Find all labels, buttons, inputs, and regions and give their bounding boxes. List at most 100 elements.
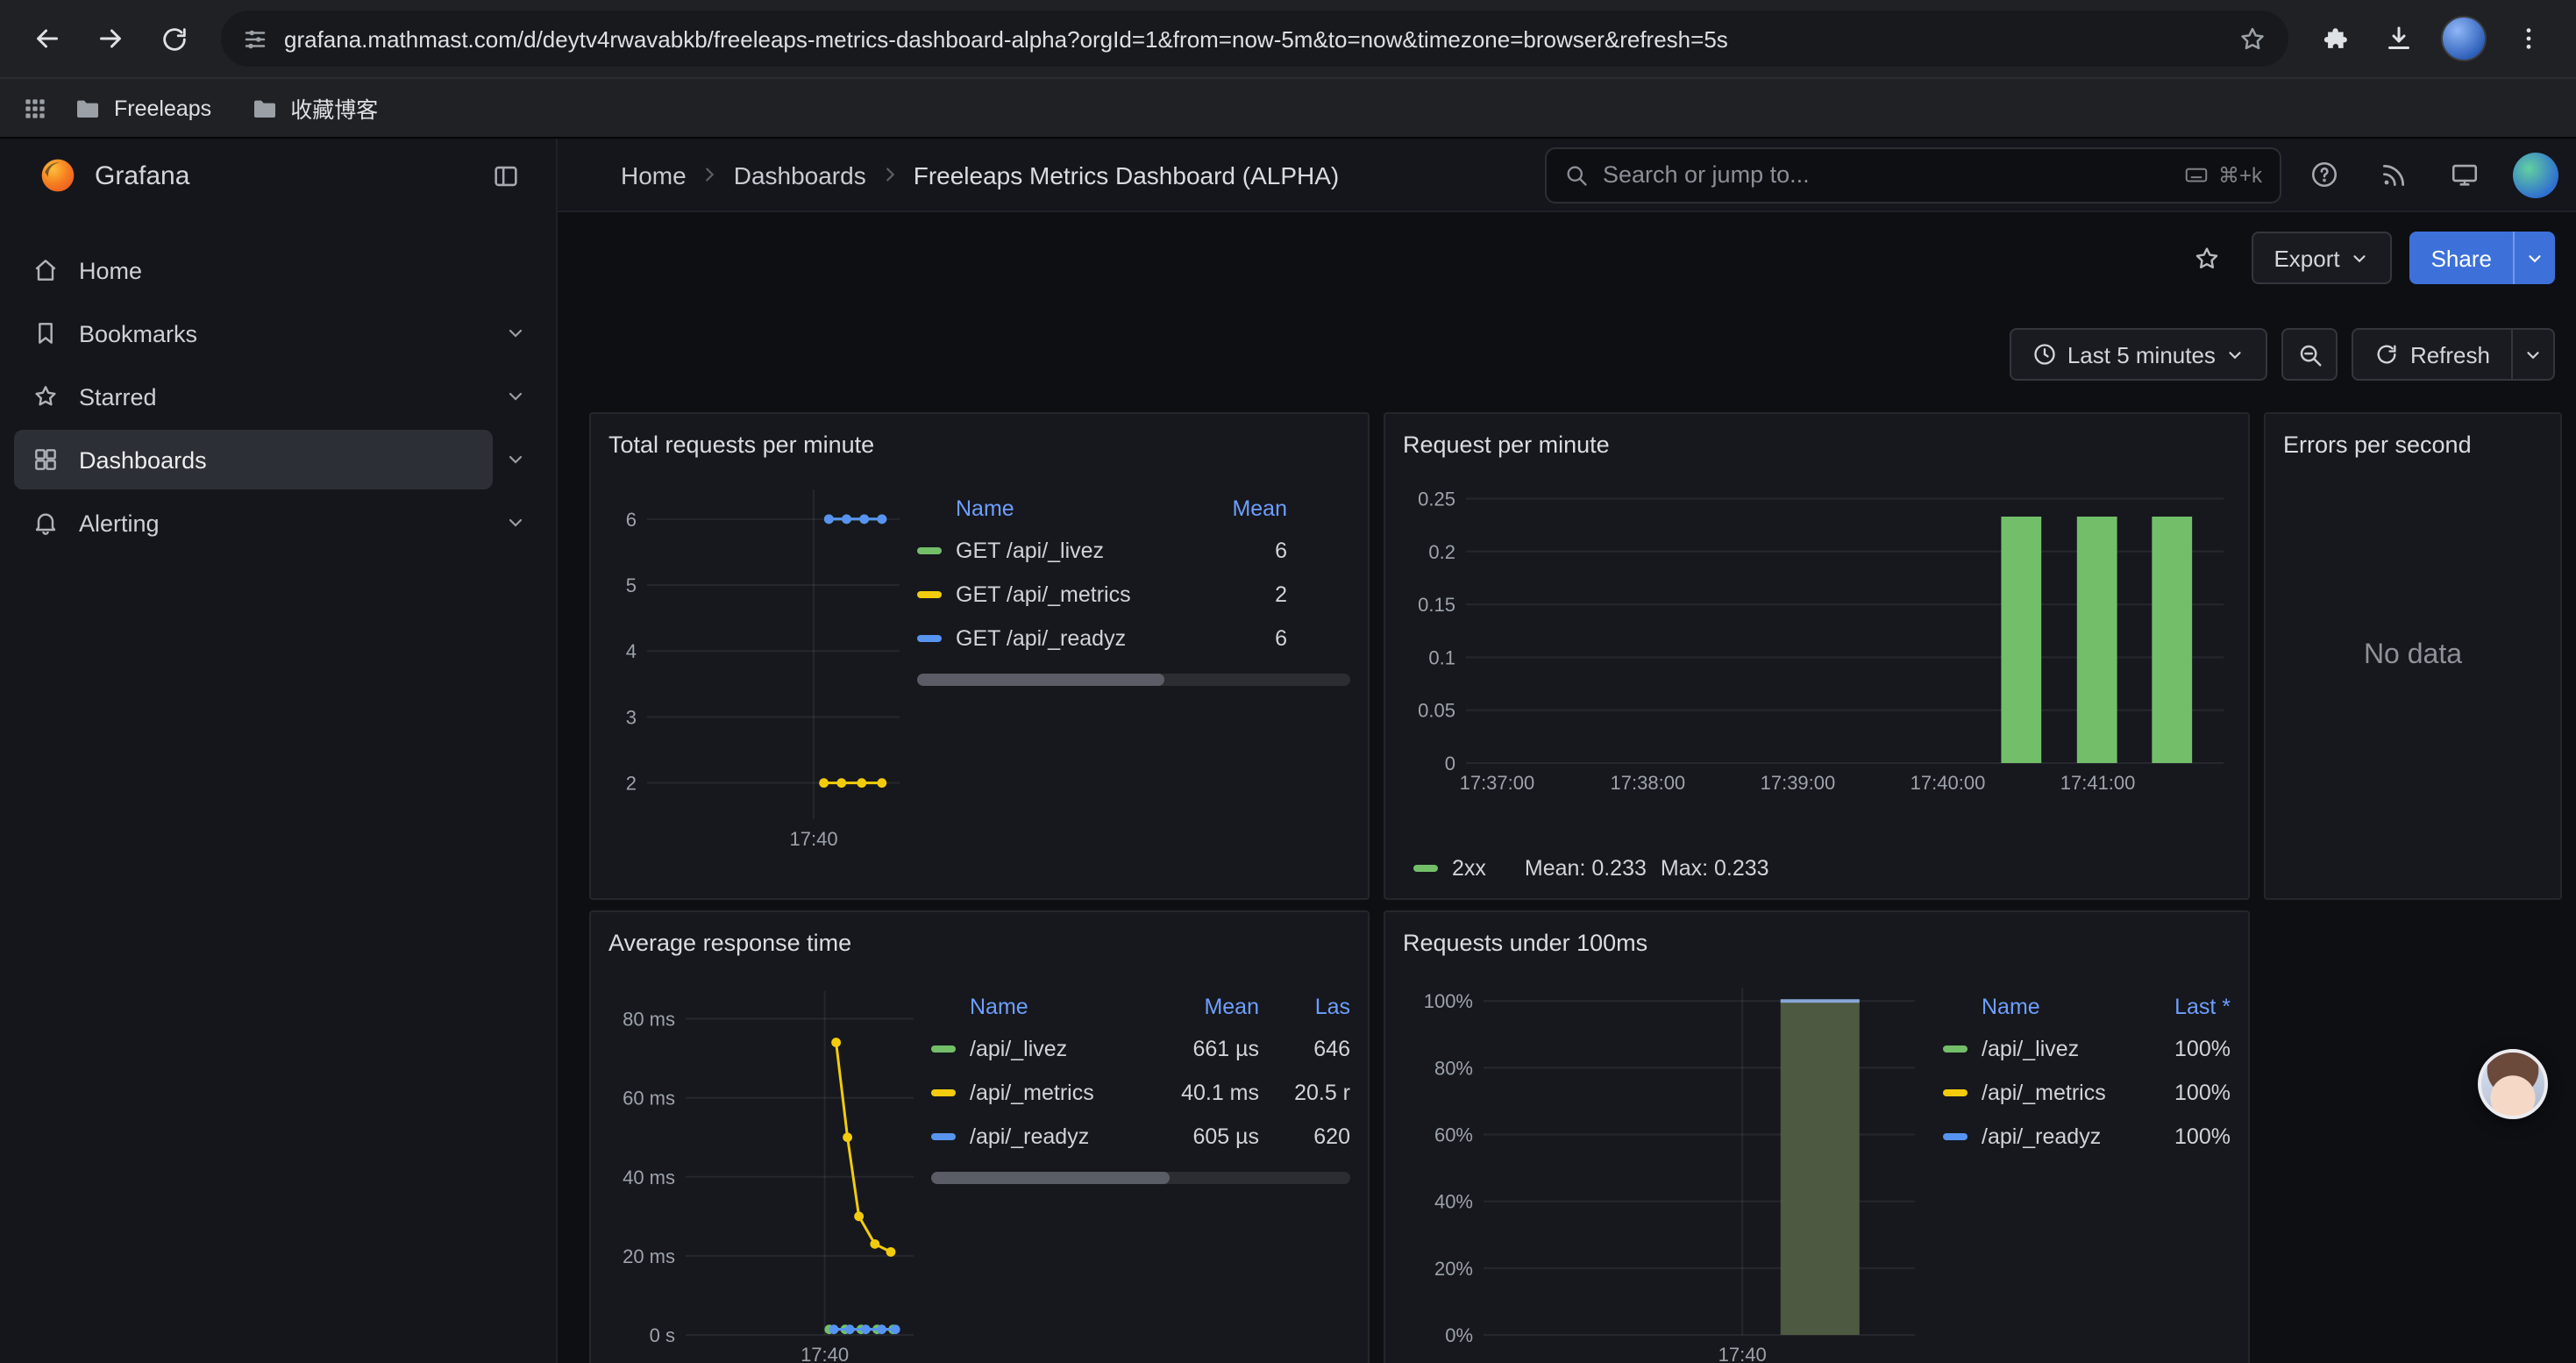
chevron-down-icon[interactable] <box>493 437 538 482</box>
scrollbar-thumb[interactable] <box>917 674 1164 686</box>
average-response-time-chart[interactable]: 80 ms60 ms40 ms20 ms0 s17:40 <box>608 967 924 1363</box>
clock-icon <box>2032 342 2057 367</box>
legend-row[interactable]: GET /api/_readyz 6 <box>917 616 1350 660</box>
grafana-logo[interactable] <box>39 156 77 195</box>
help-icon[interactable] <box>2295 146 2352 203</box>
request-per-minute-chart[interactable]: 0.250.20.150.10.05017:37:0017:38:0017:39… <box>1403 468 2231 809</box>
requests-under-100ms-chart[interactable]: 100%80%60%40%20%0%17:40 <box>1403 967 1929 1363</box>
requests-under-100ms-legend: Name Last * /api/_livez 100% <box>1943 988 2231 1363</box>
time-range-picker[interactable]: Last 5 minutes <box>2010 328 2268 381</box>
series-mean: 40.1 ms <box>1157 1080 1259 1104</box>
chevron-down-icon[interactable] <box>493 374 538 419</box>
breadcrumb-home[interactable]: Home <box>621 161 687 189</box>
series-color-dash <box>917 634 942 641</box>
sidebar-item-alerting[interactable]: Alerting <box>14 493 538 553</box>
series-mean: 6 <box>1199 538 1287 562</box>
request-per-minute-legend[interactable]: 2xx Mean: 0.233 Max: 0.233 <box>1403 856 2231 888</box>
legend-row[interactable]: GET /api/_livez 6 <box>917 528 1350 572</box>
grafana-app: Grafana Home Bookmarks <box>0 137 2576 1363</box>
export-button[interactable]: Export <box>2251 232 2392 284</box>
bookmark-star-icon[interactable] <box>2238 24 2267 54</box>
breadcrumb-dashboards[interactable]: Dashboards <box>734 161 866 189</box>
legend-row[interactable]: /api/_readyz 100% <box>1943 1114 2231 1158</box>
assistant-avatar-overlay[interactable] <box>2478 1049 2548 1119</box>
bookmark-freeleaps[interactable]: Freeleaps <box>60 87 225 129</box>
sidebar-item-label: Bookmarks <box>79 320 197 346</box>
user-avatar[interactable] <box>2513 152 2558 197</box>
zoom-out-icon[interactable] <box>2282 328 2338 381</box>
monitor-icon[interactable] <box>2436 146 2492 203</box>
chevron-right-icon <box>701 165 720 184</box>
panel-title[interactable]: Requests under 100ms <box>1403 923 2231 967</box>
sidebar-item-label: Dashboards <box>79 446 207 473</box>
legend-scrollbar[interactable] <box>931 1172 1350 1184</box>
folder-icon <box>250 94 278 122</box>
series-name: 2xx <box>1452 856 1486 881</box>
sidebar-item-bookmarks[interactable]: Bookmarks <box>14 303 538 363</box>
legend-row[interactable]: GET /api/_metrics 2 <box>917 572 1350 616</box>
kebab-menu-icon[interactable] <box>2499 9 2558 68</box>
grafana-header: Home Dashboards Freeleaps Metrics Dashbo… <box>558 139 2576 212</box>
sidebar-item-dashboards[interactable]: Dashboards <box>14 430 538 489</box>
panel-title[interactable]: Total requests per minute <box>608 425 1350 468</box>
reload-icon[interactable] <box>144 9 203 68</box>
legend-row[interactable]: /api/_readyz 605 µs 620 <box>931 1114 1350 1158</box>
sidebar-item-home[interactable]: Home <box>14 240 538 300</box>
chevron-right-icon <box>880 165 900 184</box>
site-settings-icon[interactable] <box>242 25 268 52</box>
bookmark-label: Freeleaps <box>114 96 211 120</box>
downloads-icon[interactable] <box>2369 9 2429 68</box>
panel-title[interactable]: Request per minute <box>1403 425 2231 468</box>
screen: grafana.mathmast.com/d/deytv4rwavabkb/fr… <box>0 0 2576 1363</box>
rss-icon[interactable] <box>2366 146 2422 203</box>
svg-text:17:39:00: 17:39:00 <box>1761 772 1836 794</box>
panel-average-response-time: Average response time 80 ms60 ms40 ms20 … <box>589 910 1370 1363</box>
favorite-star-icon[interactable] <box>2181 232 2233 284</box>
sidebar-item-label: Alerting <box>79 510 160 536</box>
refresh-interval-caret[interactable] <box>2513 328 2555 381</box>
search-field[interactable] <box>1603 161 2169 188</box>
panel-title[interactable]: Average response time <box>608 923 1350 967</box>
svg-text:17:40: 17:40 <box>801 1344 849 1363</box>
panel-errors-per-second: Errors per second No data <box>2264 412 2562 900</box>
chevron-down-icon[interactable] <box>493 500 538 546</box>
dock-sidebar-icon[interactable] <box>479 149 531 202</box>
legend-col-name[interactable]: Name <box>970 995 1143 1019</box>
legend-row[interactable]: /api/_metrics 100% <box>1943 1070 2231 1114</box>
sidebar-item-starred[interactable]: Starred <box>14 367 538 426</box>
panel-total-requests: Total requests per minute 6543217:40 Nam… <box>589 412 1370 900</box>
legend-row[interactable]: /api/_livez 661 µs 646 <box>931 1026 1350 1070</box>
legend-row[interactable]: /api/_metrics 40.1 ms 20.5 r <box>931 1070 1350 1114</box>
bookmark-blogs[interactable]: 收藏博客 <box>236 84 392 132</box>
legend-col-mean[interactable]: Mean <box>1157 995 1259 1019</box>
legend-col-mean[interactable]: Mean <box>1199 496 1287 521</box>
apps-grid-icon[interactable] <box>21 94 49 122</box>
svg-text:0: 0 <box>1445 753 1455 774</box>
series-mean: Mean: 0.233 <box>1525 856 1647 881</box>
series-color-dash <box>917 546 942 553</box>
extensions-icon[interactable] <box>2306 9 2366 68</box>
folder-icon <box>74 94 102 122</box>
browser-profile-avatar[interactable] <box>2441 16 2487 61</box>
legend-col-name[interactable]: Name <box>956 496 1185 521</box>
total-requests-chart[interactable]: 6543217:40 <box>608 468 910 888</box>
svg-text:40 ms: 40 ms <box>623 1167 675 1188</box>
chevron-down-icon[interactable] <box>493 310 538 356</box>
url-bar[interactable]: grafana.mathmast.com/d/deytv4rwavabkb/fr… <box>221 11 2288 67</box>
search-input[interactable]: ⌘+k <box>1545 146 2281 203</box>
scrollbar-thumb[interactable] <box>931 1172 1170 1184</box>
legend-col-name[interactable]: Name <box>1982 995 2111 1019</box>
forward-icon[interactable] <box>81 9 140 68</box>
svg-text:80 ms: 80 ms <box>623 1009 675 1031</box>
share-button[interactable]: Share <box>2410 232 2513 284</box>
panel-title[interactable]: Errors per second <box>2283 425 2543 468</box>
back-icon[interactable] <box>18 9 77 68</box>
refresh-button[interactable]: Refresh <box>2352 328 2513 381</box>
legend-col-last[interactable]: Last * <box>2125 995 2231 1019</box>
share-menu-caret[interactable] <box>2513 232 2555 284</box>
legend-col-last[interactable]: Las <box>1273 995 1350 1019</box>
legend-scrollbar[interactable] <box>917 674 1350 686</box>
time-controls: Last 5 minutes Refresh <box>589 321 2562 388</box>
series-last: 646 <box>1273 1036 1350 1060</box>
legend-row[interactable]: /api/_livez 100% <box>1943 1026 2231 1070</box>
